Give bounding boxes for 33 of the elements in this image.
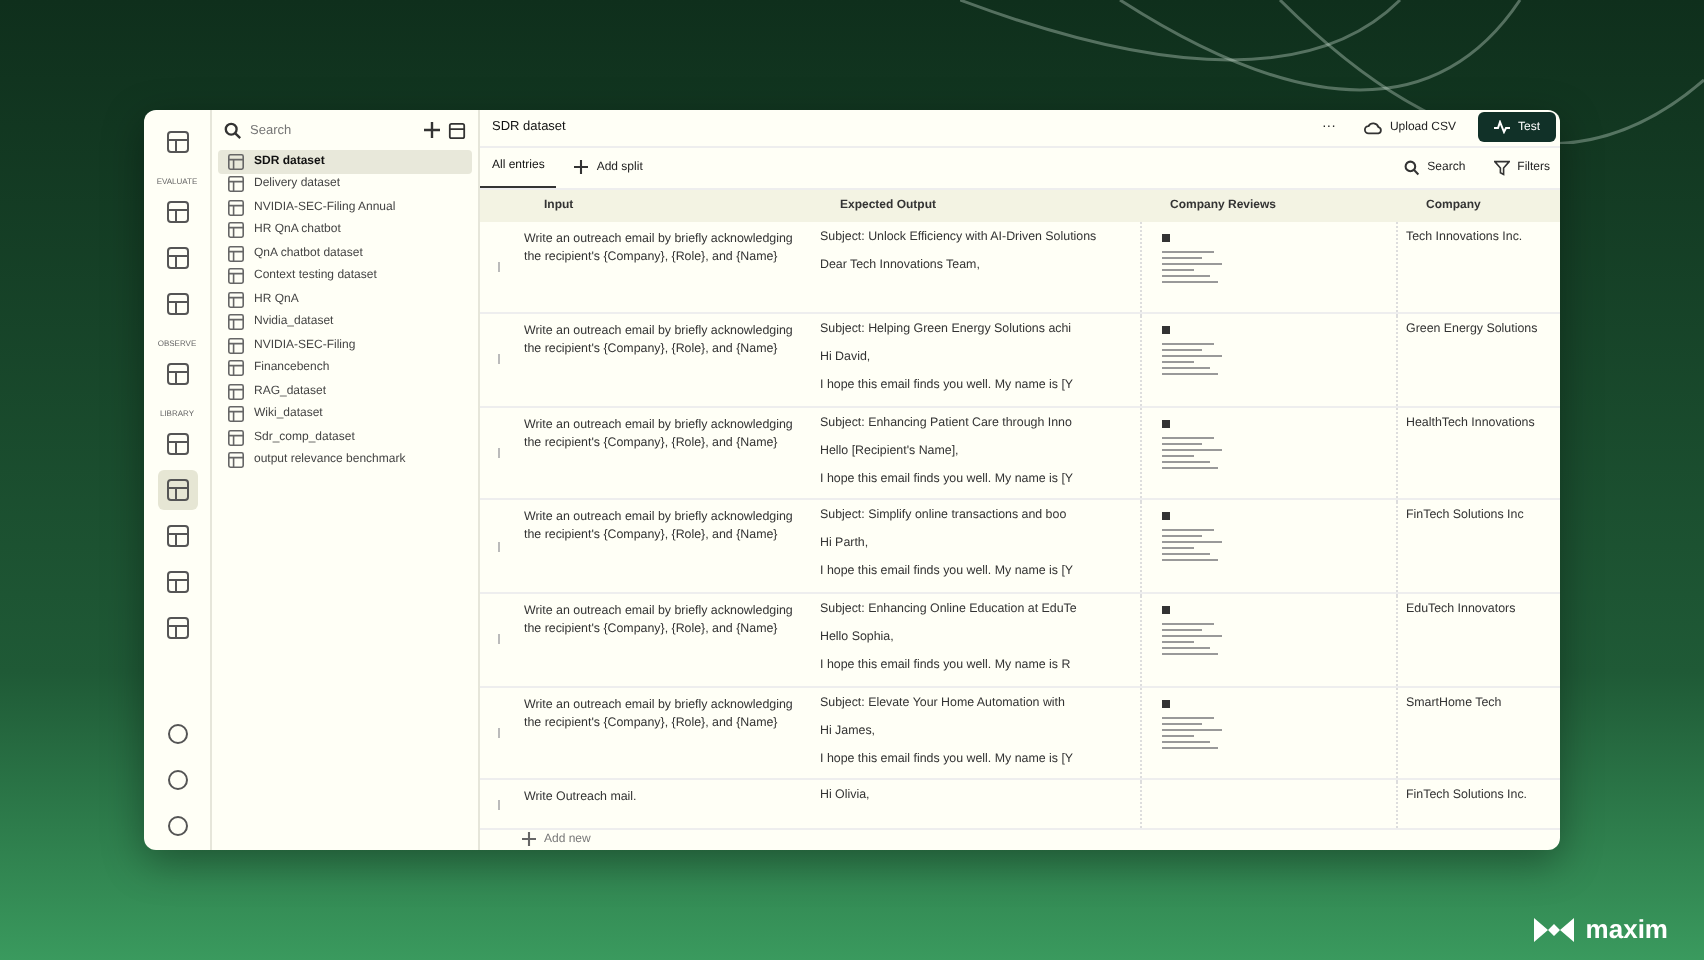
search-icon bbox=[224, 121, 242, 139]
drag-handle-icon[interactable] bbox=[497, 448, 499, 459]
pulse-icon bbox=[1493, 120, 1510, 135]
table-icon bbox=[228, 452, 244, 469]
table-icon bbox=[228, 291, 244, 308]
table-icon bbox=[228, 176, 244, 193]
drag-handle-icon[interactable] bbox=[497, 261, 499, 272]
table-icon bbox=[228, 360, 244, 377]
cloud-icon bbox=[1363, 119, 1382, 136]
table-icon bbox=[228, 314, 244, 331]
logo-icon bbox=[1531, 915, 1576, 943]
nav-icon[interactable] bbox=[157, 470, 197, 510]
table-icon bbox=[228, 199, 244, 216]
search-icon bbox=[1403, 159, 1420, 176]
table-icon[interactable] bbox=[448, 121, 466, 139]
plus-icon[interactable] bbox=[424, 122, 440, 138]
drag-handle-icon[interactable] bbox=[497, 541, 499, 552]
table-icon bbox=[228, 153, 244, 170]
brand-name: maxim bbox=[1585, 914, 1668, 944]
drag-handle-icon[interactable] bbox=[497, 354, 499, 365]
table-icon bbox=[228, 429, 244, 446]
drag-handle-icon[interactable] bbox=[497, 634, 499, 645]
drag-handle-icon[interactable] bbox=[497, 799, 499, 810]
drag-handle-icon[interactable] bbox=[497, 727, 499, 738]
plus-icon bbox=[522, 832, 536, 847]
table-icon bbox=[228, 245, 244, 262]
table-icon bbox=[228, 337, 244, 354]
table-icon bbox=[228, 268, 244, 285]
table-icon bbox=[228, 383, 244, 400]
plus-icon bbox=[574, 160, 589, 175]
filter-icon bbox=[1493, 159, 1510, 176]
table-icon bbox=[228, 406, 244, 423]
table-icon bbox=[228, 222, 244, 239]
